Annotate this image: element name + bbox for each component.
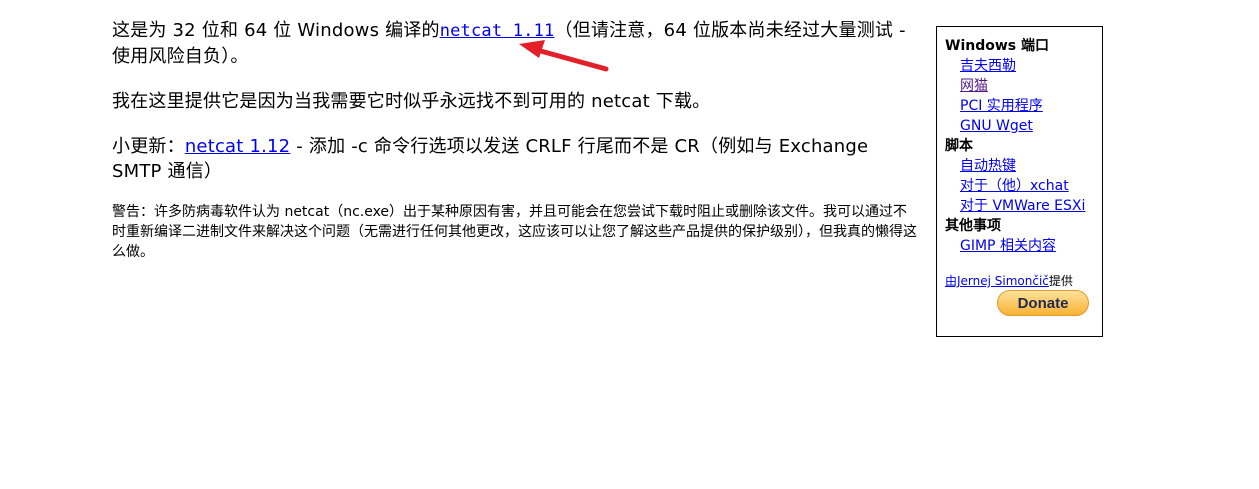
sidebar-item-gimp[interactable]: GIMP 相关内容 <box>960 236 1102 256</box>
warning-text: 警告：许多防病毒软件认为 netcat（nc.exe）出于某种原因有害，并且可能… <box>112 204 917 260</box>
sidebar-item-gnu-wget[interactable]: GNU Wget <box>960 116 1102 136</box>
red-arrow-annotation <box>519 40 609 72</box>
page: 这是为 32 位和 64 位 Windows 编译的netcat 1.11（但请… <box>0 0 1259 489</box>
sidebar-heading-windows-ports: Windows 端口 <box>945 38 1049 54</box>
credit-suffix: 提供 <box>1048 274 1073 288</box>
paragraph-update: 小更新：netcat 1.12 - 添加 -c 命令行选项以发送 CRLF 行尾… <box>112 134 920 184</box>
paragraph-reason: 我在这里提供它是因为当我需要它时似乎永远找不到可用的 netcat 下载。 <box>112 91 711 112</box>
sidebar-item-jifuxile[interactable]: 吉夫西勒 <box>960 56 1102 76</box>
sidebar-item-xchat[interactable]: 对于（他）xchat <box>960 176 1102 196</box>
sidebar-item-netcat[interactable]: 网猫 <box>960 76 1102 96</box>
credit-author-link[interactable]: 由Jernej Simončič <box>945 274 1049 288</box>
paragraph-download-text-1: 这是为 32 位和 64 位 Windows 编译的 <box>112 20 440 41</box>
sidebar-heading-scripts: 脚本 <box>945 138 973 154</box>
sidebar-heading-misc: 其他事项 <box>945 218 1001 234</box>
paragraph-update-text-1: 小更新： <box>112 136 185 157</box>
netcat-1-12-link[interactable]: netcat 1.12 <box>185 136 291 157</box>
sidebar-credit: 由Jernej Simončič提供 <box>945 272 1102 290</box>
sidebar-item-pci-utils[interactable]: PCI 实用程序 <box>960 96 1102 116</box>
sidebar-item-vmware-esxi[interactable]: 对于 VMWare ESXi <box>960 196 1102 216</box>
donate-button[interactable]: Donate <box>997 290 1089 316</box>
sidebar-item-autohotkey[interactable]: 自动热键 <box>960 156 1102 176</box>
sidebar: Windows 端口 吉夫西勒 网猫 PCI 实用程序 GNU Wget 脚本 … <box>936 26 1103 337</box>
